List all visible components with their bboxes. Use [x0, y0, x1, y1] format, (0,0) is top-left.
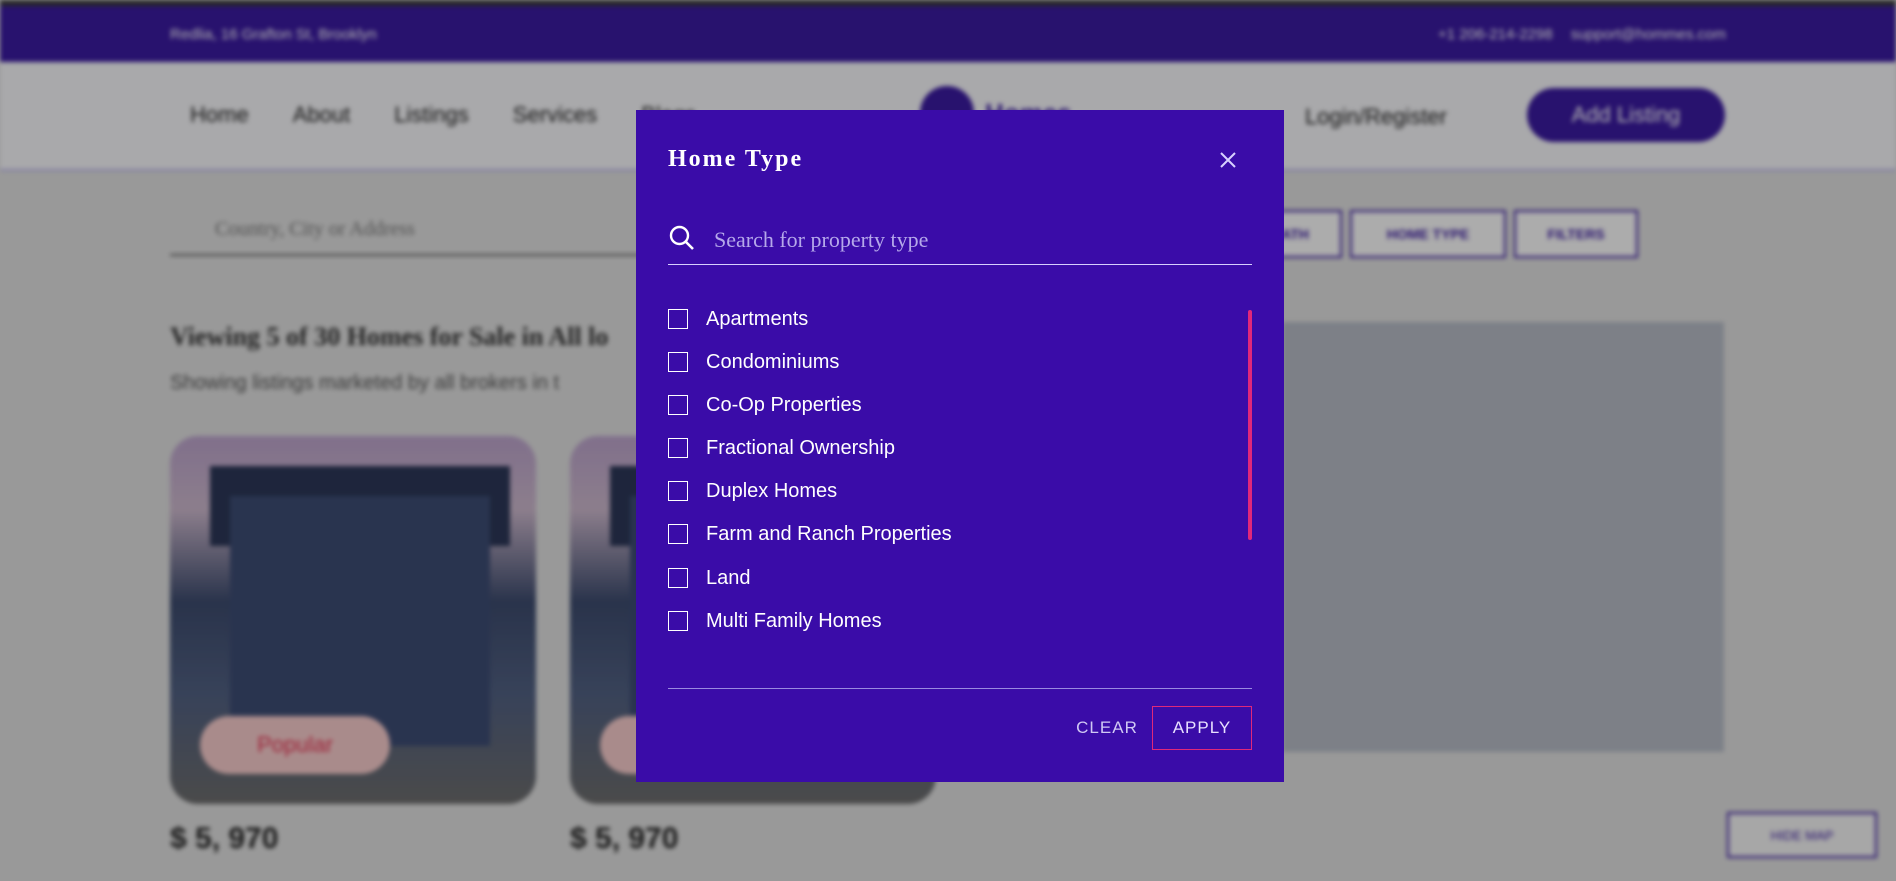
option-land[interactable]: Land: [668, 565, 751, 591]
option-label: Apartments: [706, 307, 809, 330]
option-label: Multi Family Homes: [706, 609, 882, 632]
checkbox[interactable]: [668, 438, 688, 458]
checkbox[interactable]: [668, 568, 688, 588]
checkbox[interactable]: [668, 309, 688, 329]
checkbox[interactable]: [668, 611, 688, 631]
option-label: Condominiums: [706, 350, 840, 373]
option-label: Land: [706, 566, 751, 589]
option-condominiums[interactable]: Condominiums: [668, 349, 839, 375]
search-icon: [668, 224, 696, 252]
property-type-search: [668, 218, 1252, 265]
modal-title: Home Type: [668, 146, 804, 172]
option-label: Duplex Homes: [706, 479, 838, 502]
option-multi-family-homes[interactable]: Multi Family Homes: [668, 608, 882, 634]
property-type-search-input[interactable]: [712, 218, 1246, 262]
option-duplex-homes[interactable]: Duplex Homes: [668, 478, 837, 504]
footer-divider: [668, 688, 1252, 689]
checkbox[interactable]: [668, 395, 688, 415]
checkbox[interactable]: [668, 524, 688, 544]
options-scrollbar[interactable]: [1248, 310, 1252, 540]
close-icon[interactable]: [1216, 148, 1240, 172]
home-type-options[interactable]: Apartments Condominiums Co-Op Properties…: [668, 306, 1228, 638]
option-farm-and-ranch[interactable]: Farm and Ranch Properties: [668, 521, 952, 547]
apply-button[interactable]: APPLY: [1152, 706, 1252, 750]
option-label: Fractional Ownership: [706, 436, 895, 459]
option-fractional-ownership[interactable]: Fractional Ownership: [668, 435, 895, 461]
option-label: Farm and Ranch Properties: [706, 522, 952, 545]
option-apartments[interactable]: Apartments: [668, 306, 808, 332]
clear-button[interactable]: CLEAR: [1072, 706, 1142, 750]
checkbox[interactable]: [668, 352, 688, 372]
home-type-modal: Home Type Apartments Condominiums Co-Op …: [636, 110, 1284, 782]
option-co-op-properties[interactable]: Co-Op Properties: [668, 392, 862, 418]
option-label: Co-Op Properties: [706, 393, 862, 416]
checkbox[interactable]: [668, 481, 688, 501]
